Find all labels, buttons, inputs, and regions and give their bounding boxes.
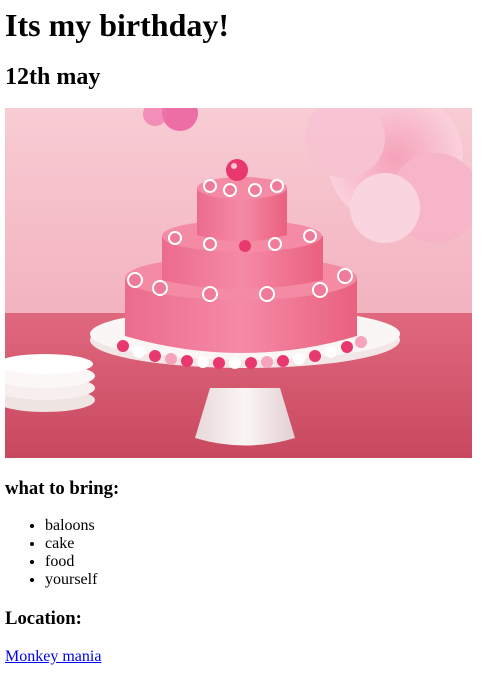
bring-list: baloons cake food yourself <box>8 517 490 589</box>
location-paragraph: Monkey mania <box>5 648 490 666</box>
location-link[interactable]: Monkey mania <box>5 648 101 665</box>
event-date: 12th may <box>5 64 101 90</box>
location-heading: Location: <box>5 608 82 629</box>
list-item: yourself <box>45 571 490 589</box>
bring-heading: what to bring: <box>5 478 120 499</box>
list-item: cake <box>45 535 490 553</box>
birthday-cake-image <box>5 108 472 458</box>
list-item: food <box>45 553 490 571</box>
list-item: baloons <box>45 517 490 535</box>
page-title: Its my birthday! <box>5 7 230 43</box>
